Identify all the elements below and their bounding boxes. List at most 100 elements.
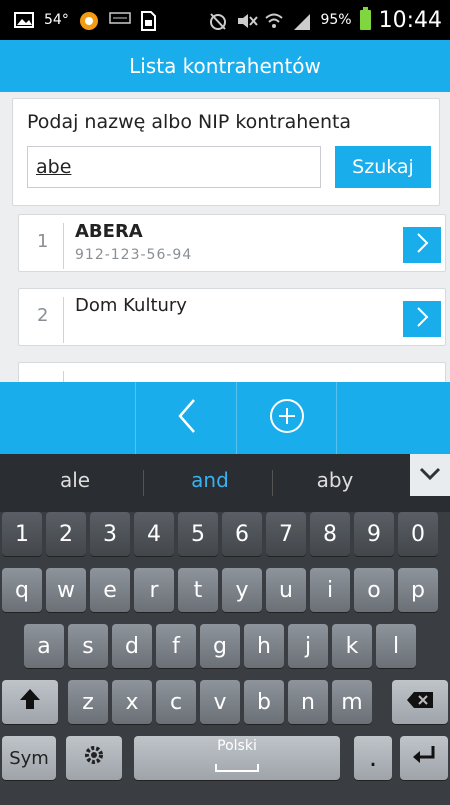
key[interactable]: y — [222, 568, 262, 612]
content-area: Podaj nazwę albo NIP kontrahenta Szukaj … — [0, 92, 450, 382]
key[interactable]: 8 — [310, 512, 350, 556]
keyboard-number-row: 1 2 3 4 5 6 7 8 9 0 — [0, 512, 450, 562]
backspace-icon — [406, 690, 434, 715]
list-item[interactable] — [18, 362, 446, 382]
suggestion-divider — [143, 470, 144, 496]
key[interactable]: q — [2, 568, 42, 612]
suggestion-item[interactable]: ale — [40, 468, 110, 492]
soft-keyboard: ale and aby 1 2 3 4 5 6 7 8 9 0 q w e r … — [0, 454, 450, 805]
key[interactable]: 5 — [178, 512, 218, 556]
key[interactable]: t — [178, 568, 218, 612]
battery-percent: 95% — [320, 12, 352, 28]
suggestion-item[interactable]: and — [170, 468, 250, 492]
add-button[interactable] — [237, 382, 336, 454]
list-item[interactable]: 1 ABERA 912-123-56-94 — [18, 214, 446, 272]
shift-arrow-icon — [18, 687, 42, 717]
key[interactable]: i — [310, 568, 350, 612]
key[interactable]: p — [398, 568, 438, 612]
key[interactable]: d — [112, 624, 152, 668]
keyboard-notification-icon — [109, 11, 131, 29]
search-prompt: Podaj nazwę albo NIP kontrahenta — [27, 111, 352, 133]
gear-icon — [83, 744, 105, 772]
key[interactable]: c — [156, 680, 196, 724]
key[interactable]: f — [156, 624, 196, 668]
mute-icon — [236, 11, 259, 29]
key[interactable]: 2 — [46, 512, 86, 556]
clock: 10:44 — [378, 7, 442, 33]
key[interactable]: s — [68, 624, 108, 668]
alarm-off-icon — [208, 11, 228, 30]
backspace-key[interactable] — [392, 680, 448, 724]
chevron-right-icon — [415, 306, 429, 332]
sim-card-icon — [139, 11, 159, 31]
space-key[interactable]: Polski — [134, 736, 340, 780]
key[interactable]: w — [46, 568, 86, 612]
back-button[interactable] — [136, 382, 236, 454]
key[interactable]: 7 — [266, 512, 306, 556]
key[interactable]: 3 — [90, 512, 130, 556]
key[interactable]: 4 — [134, 512, 174, 556]
key[interactable]: h — [244, 624, 284, 668]
search-card: Podaj nazwę albo NIP kontrahenta Szukaj — [12, 98, 440, 206]
item-divider — [63, 223, 64, 269]
key[interactable]: 9 — [354, 512, 394, 556]
key[interactable]: 6 — [222, 512, 262, 556]
period-key[interactable]: . — [354, 736, 392, 780]
enter-key[interactable] — [400, 736, 448, 780]
key[interactable]: u — [266, 568, 306, 612]
key[interactable]: n — [288, 680, 328, 724]
enter-icon — [411, 744, 437, 772]
shift-key[interactable] — [2, 680, 58, 724]
space-language-label: Polski — [217, 737, 257, 754]
space-bar-icon — [214, 754, 260, 779]
keyboard-row-4: Sym Polski . — [0, 736, 450, 786]
key[interactable]: b — [244, 680, 284, 724]
search-input[interactable] — [27, 146, 321, 188]
sym-key[interactable]: Sym — [2, 736, 56, 780]
app-title-bar: Lista kontrahentów — [0, 40, 450, 92]
suggestion-bar: ale and aby — [0, 454, 450, 512]
item-name: ABERA — [75, 221, 143, 242]
key[interactable]: k — [332, 624, 372, 668]
key[interactable]: 1 — [2, 512, 42, 556]
chevron-right-icon — [415, 232, 429, 258]
suggestion-divider — [272, 470, 273, 496]
key[interactable]: m — [332, 680, 372, 724]
key[interactable]: z — [68, 680, 108, 724]
item-number: 2 — [37, 305, 49, 326]
key[interactable]: 0 — [398, 512, 438, 556]
key[interactable]: a — [24, 624, 64, 668]
item-open-button[interactable] — [403, 227, 441, 263]
key[interactable]: o — [354, 568, 394, 612]
page-title: Lista kontrahentów — [129, 54, 321, 78]
wifi-icon — [264, 11, 284, 29]
keyboard-row-2: a s d f g h j k l — [0, 624, 450, 674]
chevron-down-icon — [419, 466, 441, 485]
search-button[interactable]: Szukaj — [335, 146, 431, 188]
keyboard-row-3: z x c v b n m — [0, 680, 450, 730]
status-bar: 54° 95% 10:44 — [0, 0, 450, 40]
item-open-button[interactable] — [403, 301, 441, 337]
item-nip: 912-123-56-94 — [75, 247, 193, 263]
item-divider — [63, 297, 64, 343]
item-name: Dom Kultury — [75, 295, 187, 316]
suggestion-item[interactable]: aby — [300, 468, 370, 492]
key[interactable]: j — [288, 624, 328, 668]
signal-icon — [292, 11, 312, 30]
battery-icon — [359, 7, 371, 30]
settings-key[interactable] — [66, 736, 122, 780]
add-circle-icon — [267, 396, 307, 440]
chevron-left-icon — [174, 396, 198, 440]
key[interactable]: v — [200, 680, 240, 724]
app-notification-icon — [79, 11, 99, 30]
item-number: 1 — [37, 231, 49, 252]
key[interactable]: g — [200, 624, 240, 668]
key[interactable]: r — [134, 568, 174, 612]
key[interactable]: e — [90, 568, 130, 612]
keyboard-row-1: q w e r t y u i o p — [0, 568, 450, 618]
list-item[interactable]: 2 Dom Kultury — [18, 288, 446, 346]
suggestions-toggle-button[interactable] — [410, 454, 450, 496]
key[interactable]: x — [112, 680, 152, 724]
image-notification-icon — [14, 11, 34, 29]
key[interactable]: l — [376, 624, 416, 668]
